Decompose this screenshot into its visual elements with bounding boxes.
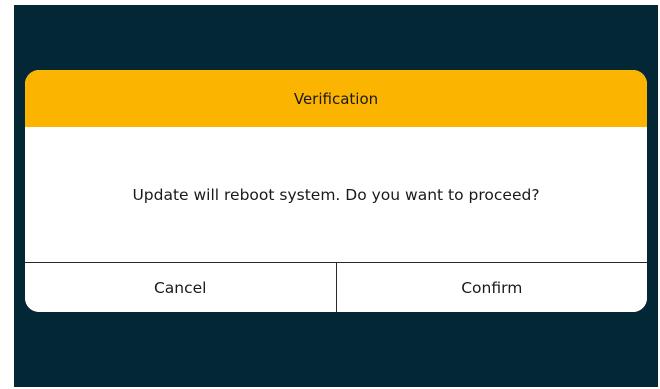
dialog-button-row: Cancel Confirm (25, 263, 647, 312)
cancel-button[interactable]: Cancel (25, 263, 337, 312)
dialog-title: Verification (293, 89, 379, 108)
screen-background: Verification Update will reboot system. … (14, 5, 658, 387)
confirm-button-label: Confirm (461, 278, 523, 297)
cancel-button-label: Cancel (153, 278, 207, 297)
dialog-header: Verification (25, 70, 647, 127)
dialog-body: Update will reboot system. Do you want t… (25, 127, 647, 262)
confirm-button[interactable]: Confirm (336, 263, 647, 312)
verification-dialog: Verification Update will reboot system. … (25, 70, 647, 312)
dialog-message: Update will reboot system. Do you want t… (132, 185, 540, 204)
